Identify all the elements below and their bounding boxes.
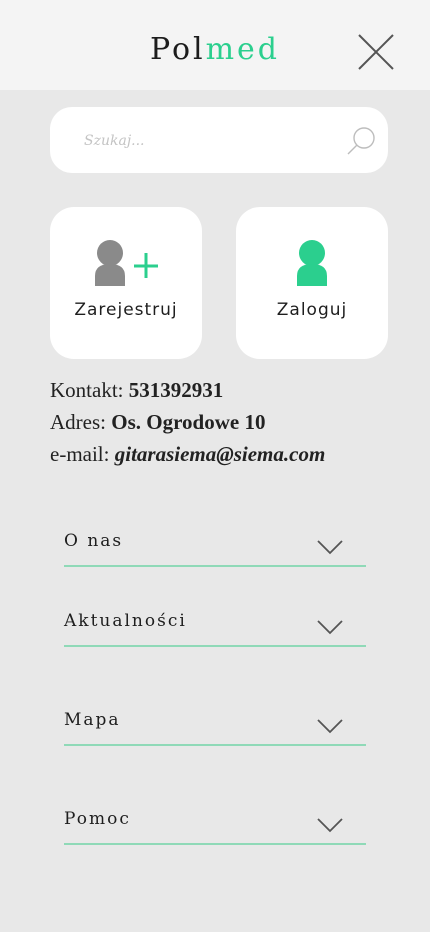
chevron-down-icon xyxy=(317,719,343,734)
close-button[interactable] xyxy=(357,33,395,71)
contact-phone-row: Kontakt: 531392931 xyxy=(50,377,223,403)
search-box xyxy=(50,107,388,173)
close-icon xyxy=(358,34,394,70)
search-icon[interactable] xyxy=(346,125,378,157)
menu-item-map[interactable]: Mapa xyxy=(64,710,366,746)
menu-item-help[interactable]: Pomoc xyxy=(64,809,366,845)
address-label: Adres: xyxy=(50,410,106,434)
email-label: e-mail: xyxy=(50,442,110,466)
contact-address-row: Adres: Os. Ogrodowe 10 xyxy=(50,409,265,435)
menu-item-label: Mapa xyxy=(64,710,121,730)
chevron-down-icon xyxy=(317,620,343,635)
user-icon xyxy=(297,240,327,286)
register-label: Zarejestruj xyxy=(74,300,178,320)
chevron-down-icon xyxy=(317,818,343,833)
contact-email-row: e-mail: gitarasiema@siema.com xyxy=(50,441,325,467)
chevron-down-icon xyxy=(317,540,343,555)
register-button[interactable]: Zarejestruj xyxy=(50,207,202,359)
header: Polmed xyxy=(0,0,430,90)
menu-item-label: Pomoc xyxy=(64,809,131,829)
phone-value: 531392931 xyxy=(128,378,224,402)
add-user-icon xyxy=(95,240,158,286)
menu-item-label: Aktualności xyxy=(64,611,187,631)
logo-part-pol: Pol xyxy=(149,32,206,67)
login-label: Zaloguj xyxy=(276,300,348,320)
menu-item-news[interactable]: Aktualności xyxy=(64,611,366,647)
menu-item-about[interactable]: O nas xyxy=(64,531,366,567)
address-value: Os. Ogrodowe 10 xyxy=(111,410,266,434)
logo-part-med: med xyxy=(205,32,281,67)
email-value: gitarasiema@siema.com xyxy=(114,442,326,466)
menu-item-label: O nas xyxy=(64,531,124,551)
phone-label: Kontakt: xyxy=(50,378,124,402)
login-button[interactable]: Zaloguj xyxy=(236,207,388,359)
search-input[interactable] xyxy=(82,127,336,155)
